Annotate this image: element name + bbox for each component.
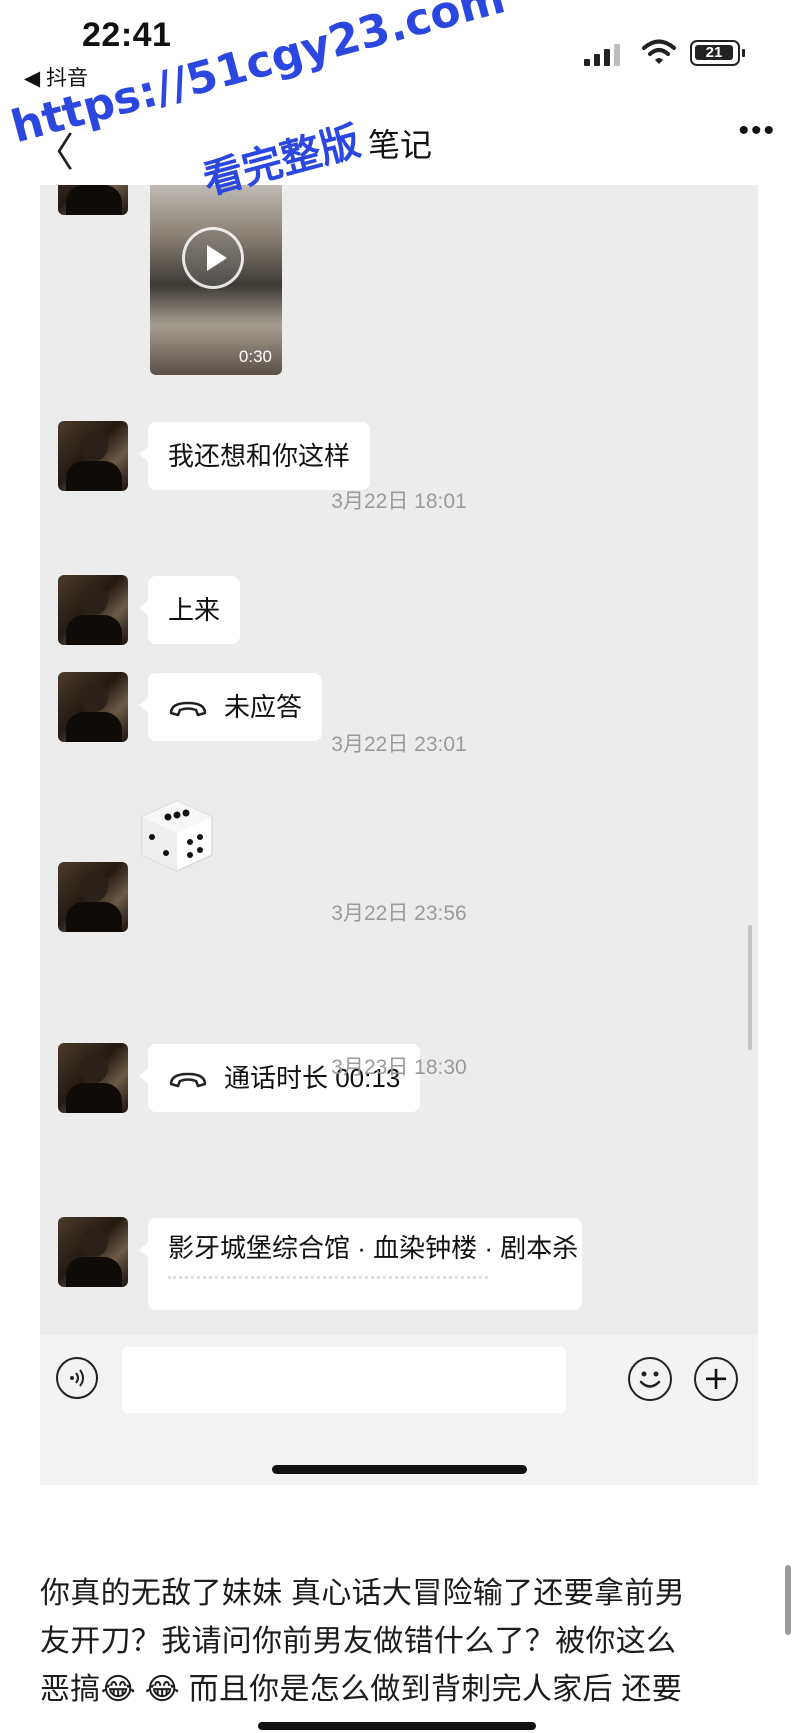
video-duration: 0:30 <box>238 347 272 366</box>
phone-hangup-icon <box>169 701 207 717</box>
chat-area[interactable]: 0:30 我还想和你这样 3月22日 18:01 上来 未应答 3月22日 23… <box>40 185 758 1335</box>
page-scrollbar[interactable] <box>785 1565 791 1635</box>
page-title: 笔记 <box>367 127 432 163</box>
message-bubble[interactable]: 上来 <box>138 576 241 644</box>
timestamp: 3月22日 23:01 <box>331 733 467 756</box>
chat-scrollbar[interactable] <box>748 925 752 1050</box>
battery-icon: 21 <box>690 40 745 66</box>
smile-icon <box>639 1371 661 1388</box>
nav-bar: 〈 笔记 ••• <box>0 100 800 180</box>
card-subtitle-faded <box>168 1276 488 1291</box>
avatar[interactable] <box>58 575 128 645</box>
play-icon[interactable] <box>182 227 244 289</box>
plus-icon[interactable]: + <box>694 1357 738 1401</box>
caption-line: 恶搞😂 😂 而且你是怎么做到背刺完人家后 还要 <box>40 1673 683 1706</box>
voice-input-button[interactable] <box>56 1357 98 1399</box>
status-bar: 22:41 ◀ 抖音 21 <box>0 0 800 96</box>
dice-icon[interactable] <box>138 797 216 875</box>
emoji-button[interactable] <box>628 1357 672 1401</box>
caption-line: 你真的无敌了妹妹 真心话大冒险输了还要拿前男 <box>40 1577 685 1610</box>
back-to-app-link[interactable]: ◀ 抖音 <box>24 62 88 92</box>
avatar[interactable] <box>58 185 128 215</box>
card-title: 影牙城堡综合馆 · 血染钟楼 · 剧本杀 <box>168 1233 579 1263</box>
timestamp: 3月22日 23:56 <box>331 902 467 925</box>
caption-line: 友开刀？我请问你前男友做错什么了？被你这么 <box>40 1625 677 1658</box>
wifi-icon <box>642 39 676 64</box>
home-indicator <box>272 1465 527 1474</box>
more-icon[interactable]: ••• <box>738 114 776 148</box>
video-message[interactable]: 0:30 <box>150 185 282 375</box>
chat-input-bar: + <box>40 1335 758 1485</box>
post-caption: 你真的无敌了妹妹 真心话大冒险输了还要拿前男 友开刀？我请问你前男友做错什么了？… <box>40 1570 760 1714</box>
timestamp: 3月22日 18:01 <box>331 490 467 513</box>
message-bubble[interactable]: 我还想和你这样 <box>138 422 371 490</box>
message-input[interactable] <box>122 1347 566 1413</box>
avatar[interactable] <box>58 421 128 491</box>
bottom-home-indicator <box>258 1722 536 1730</box>
link-card[interactable]: 影牙城堡综合馆 · 血染钟楼 · 剧本杀 <box>139 1218 582 1310</box>
battery-level: 21 <box>695 45 733 60</box>
clock: 22:41 <box>82 16 172 54</box>
timestamp: 3月23日 18:30 <box>331 1056 467 1079</box>
avatar[interactable] <box>58 1217 128 1287</box>
cellular-signal-icon <box>584 44 620 66</box>
call-status: 未应答 <box>224 692 303 722</box>
voice-icon <box>70 1369 84 1387</box>
